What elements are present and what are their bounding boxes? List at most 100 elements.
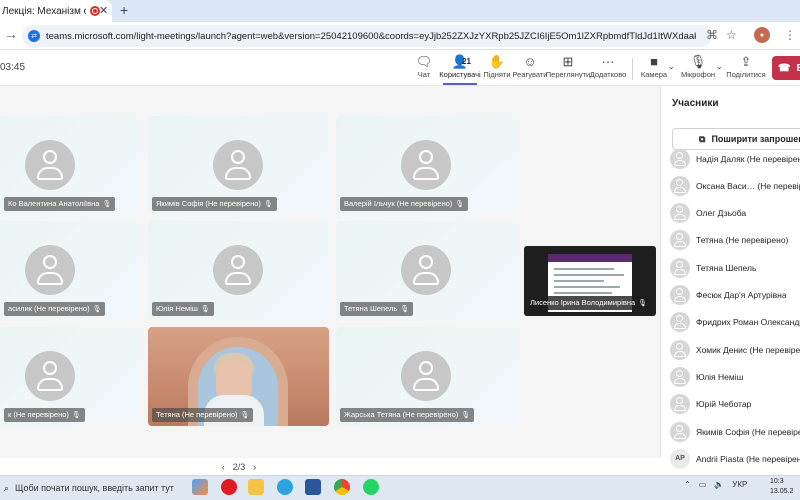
address-bar[interactable]: ⇄ teams.microsoft.com/light-meetings/lau… bbox=[22, 25, 712, 47]
url-text[interactable]: teams.microsoft.com/light-meetings/launc… bbox=[46, 31, 696, 42]
avatar bbox=[401, 140, 451, 190]
close-tab-icon[interactable]: ✕ bbox=[99, 4, 108, 17]
participant-name-label: Якимів Софія (Не перевірено) 🎙 bbox=[152, 197, 277, 211]
browser-menu-icon[interactable]: ⋮ bbox=[784, 28, 796, 42]
mic-muted-icon: 🎙 bbox=[71, 412, 81, 419]
participant-name-label: Тетяна Шепель 🎙 bbox=[340, 302, 414, 316]
participant-list-item[interactable]: Юлія Неміш bbox=[670, 363, 800, 390]
avatar bbox=[25, 245, 75, 295]
search-icon: ⌕ bbox=[4, 482, 10, 493]
network-icon[interactable]: ▭ bbox=[699, 480, 707, 489]
mic-button[interactable]: 🎙 Мікрофон bbox=[676, 54, 720, 84]
participant-name-label: Тетяна (Не перевірено) 🎙 bbox=[152, 408, 254, 422]
participant-tile[interactable]: Валерій Ільчук (Не перевірено) 🎙 bbox=[336, 116, 517, 215]
participant-list-item[interactable]: Юрій Чеботар bbox=[670, 391, 800, 418]
more-button[interactable]: ··· Додатково bbox=[586, 54, 630, 84]
participant-name-label: Валерій Ільчук (Не перевірено) 🎙 bbox=[340, 197, 469, 211]
participant-avatar bbox=[670, 421, 690, 442]
mic-muted-icon: 🎙 bbox=[263, 201, 273, 208]
next-page-icon[interactable]: › bbox=[253, 462, 256, 472]
participant-avatar bbox=[670, 203, 690, 224]
participant-tile[interactable]: асилик (Не перевірено) 🎙 bbox=[0, 221, 141, 320]
participant-avatar bbox=[670, 148, 690, 169]
share-link-icon: ⧉ bbox=[699, 133, 706, 144]
new-tab-icon[interactable]: + bbox=[120, 2, 128, 18]
participant-name: Юрій Чеботар bbox=[696, 399, 752, 410]
participant-list-item[interactable]: Олег Дзьоба bbox=[670, 200, 800, 227]
participant-avatar bbox=[670, 175, 690, 196]
participant-list-item[interactable]: Якимів Софія (Не перевірено) bbox=[670, 418, 800, 445]
more-icon: ··· bbox=[601, 54, 615, 69]
mic-options-chevron-icon[interactable]: ⌄ bbox=[716, 62, 723, 71]
participant-list-item[interactable]: Тетяна (Не перевірено) bbox=[670, 227, 800, 254]
site-info-icon[interactable]: ⇄ bbox=[28, 30, 40, 42]
participant-name: Хомик Денис (Не перевірено) bbox=[696, 344, 800, 355]
mic-muted-icon: 🎙 bbox=[638, 300, 648, 307]
bookmark-star-icon[interactable]: ☆ bbox=[726, 28, 737, 42]
participant-list-item[interactable]: AP Andrii Piasta (Не перевірено) bbox=[670, 445, 800, 472]
participant-name-label: Лисенко Ірина Володимирівна 🎙 bbox=[526, 296, 652, 310]
participant-name-label: Юлія Неміш 🎙 bbox=[152, 302, 214, 316]
participant-tile[interactable]: Ко Валентина Анатоліївна 🎙 bbox=[0, 116, 141, 215]
camera-options-chevron-icon[interactable]: ⌄ bbox=[668, 62, 675, 71]
language-indicator[interactable]: УКР bbox=[732, 480, 747, 489]
screen-share-tile[interactable]: Лисенко Ірина Володимирівна 🎙 bbox=[524, 246, 656, 316]
translate-icon[interactable]: ⌘ bbox=[706, 28, 718, 42]
participant-avatar bbox=[670, 285, 690, 305]
hand-icon: ✋ bbox=[488, 54, 506, 69]
avatar bbox=[213, 245, 263, 295]
tray-chevron-icon[interactable]: ⌃ bbox=[684, 480, 691, 489]
opera-icon[interactable] bbox=[221, 479, 237, 495]
avatar bbox=[401, 351, 451, 401]
browser-tab[interactable]: Лекція: Механізм сучасно bbox=[0, 0, 112, 22]
participant-tile[interactable]: Якимів Софія (Не перевірено) 🎙 bbox=[148, 116, 329, 215]
whatsapp-icon[interactable] bbox=[363, 479, 379, 495]
participant-name: Юлія Неміш bbox=[696, 371, 744, 382]
participant-tile[interactable]: Жарська Тетяна (Не перевірено) 🎙 bbox=[336, 327, 517, 426]
participant-name: Олег Дзьоба bbox=[696, 208, 747, 219]
shared-app-titlebar bbox=[548, 254, 632, 262]
mic-muted-icon: 🎙 bbox=[240, 412, 250, 419]
participant-name: Фридрих Роман Олександрович bbox=[696, 317, 800, 328]
share-button[interactable]: ⇪ Поділитися bbox=[724, 54, 768, 84]
forward-icon[interactable]: → bbox=[4, 26, 18, 42]
taskbar-search[interactable]: ⌕ Щоби почати пошук, введіть запит тут bbox=[0, 478, 176, 498]
word-icon[interactable] bbox=[305, 479, 321, 495]
copilot-icon[interactable] bbox=[192, 479, 208, 495]
participant-list-item[interactable]: Оксана Васи… (Не перевірено) bbox=[670, 172, 800, 199]
avatar bbox=[213, 140, 263, 190]
participant-list-item[interactable]: Фридрих Роман Олександрович bbox=[670, 309, 800, 336]
participant-name-label: Ко Валентина Анатоліївна 🎙 bbox=[4, 197, 116, 211]
participant-tile[interactable]: Юлія Неміш 🎙 bbox=[148, 221, 329, 320]
participant-name: Оксана Васи… (Не перевірено) bbox=[696, 180, 800, 191]
telegram-icon[interactable] bbox=[277, 479, 293, 495]
participant-name: Andrii Piasta (Не перевірено) bbox=[696, 453, 800, 464]
participant-list-item[interactable]: Тетяна Шепель bbox=[670, 254, 800, 281]
file-explorer-icon[interactable] bbox=[248, 479, 264, 495]
participant-tile[interactable]: Тетяна Шепель 🎙 bbox=[336, 221, 517, 320]
avatar bbox=[401, 245, 451, 295]
view-button[interactable]: ⊞ Переглянути bbox=[546, 54, 590, 84]
volume-icon[interactable]: 🔈 bbox=[714, 480, 724, 489]
participant-avatar bbox=[670, 230, 690, 251]
mic-muted-icon: 🎙 bbox=[92, 306, 102, 313]
mic-muted-icon: 🎙 bbox=[455, 201, 465, 208]
taskbar-clock[interactable]: 10:3 13.05.2 bbox=[770, 477, 793, 497]
participant-list-item[interactable]: Надія Даляк (Не перевірено) bbox=[670, 145, 800, 172]
leave-button[interactable]: ☎ В bbox=[772, 56, 800, 80]
participant-video-tile[interactable]: Тетяна (Не перевірено) 🎙 bbox=[148, 327, 329, 426]
participant-tile[interactable]: к (Не перевірено) 🎙 bbox=[0, 327, 141, 426]
participant-avatar bbox=[670, 366, 690, 387]
chrome-icon[interactable] bbox=[334, 479, 350, 495]
tab-title: Лекція: Механізм сучасно bbox=[2, 5, 86, 17]
participant-list-item[interactable]: Хомик Денис (Не перевірено) bbox=[670, 336, 800, 363]
participant-avatar bbox=[670, 257, 690, 278]
avatar bbox=[25, 140, 75, 190]
participant-name-label: Жарська Тетяна (Не перевірено) 🎙 bbox=[340, 408, 475, 422]
participant-avatar bbox=[670, 394, 690, 415]
camera-icon: ■ bbox=[650, 54, 658, 69]
prev-page-icon[interactable]: ‹ bbox=[222, 462, 225, 472]
browser-profile-avatar[interactable]: ● bbox=[754, 27, 770, 43]
participant-list-item[interactable]: Фесюк Дар'я Артурівна bbox=[670, 282, 800, 309]
mic-muted-icon: 🎙 bbox=[461, 412, 471, 419]
